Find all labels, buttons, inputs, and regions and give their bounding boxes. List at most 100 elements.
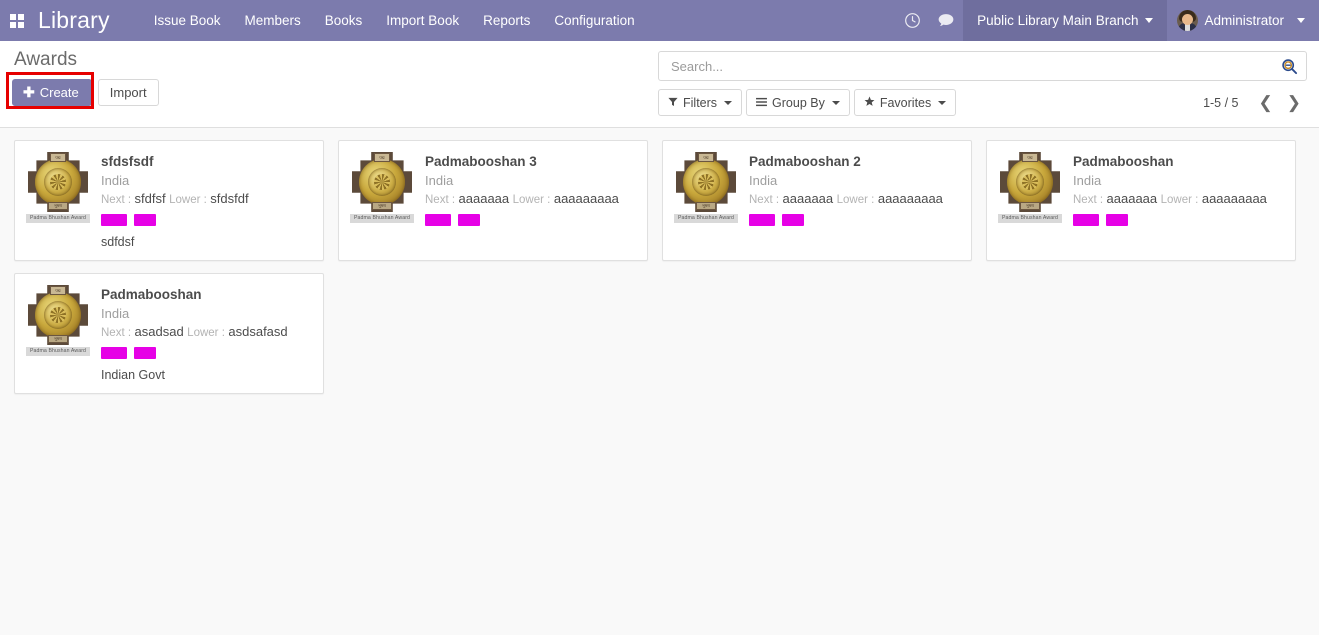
kanban-card[interactable]: पद्म भूषण Padma Bhushan Award sfdsfsdf India… [14, 140, 324, 261]
funnel-icon [668, 96, 678, 110]
lower-label: Lower : [1160, 194, 1199, 206]
award-title: Padmabooshan [101, 287, 202, 302]
tag-badge [1073, 214, 1099, 226]
menu-item-import-book[interactable]: Import Book [374, 0, 471, 41]
brand-logo[interactable]: Library [34, 0, 120, 41]
menu-item-reports[interactable]: Reports [471, 0, 542, 41]
create-button-label: Create [39, 85, 79, 100]
filters-button[interactable]: Filters [658, 89, 743, 116]
kanban-card[interactable]: पद्म भूषण Padma Bhushan Award Padmabooshan I… [986, 140, 1296, 261]
award-title: Padmabooshan 3 [425, 154, 537, 169]
kanban-card-body: sfdsfsdf India Next : sfdfsf Lower : sfdsf… [101, 152, 313, 250]
pager: 1-5 / 5 ❮ ❯ [1203, 94, 1307, 111]
next-label: Next : [101, 194, 132, 206]
branch-selector-label: Public Library Main Branch [977, 13, 1139, 28]
award-image: पद्म भूषण Padma Bhushan Award [26, 152, 90, 250]
top-navbar: Library Issue Book Members Books Import … [0, 0, 1319, 41]
award-medal-icon: पद्म भूषण [1000, 152, 1060, 212]
award-title: Padmabooshan 2 [749, 154, 861, 169]
award-country: India [425, 173, 454, 188]
award-tags [749, 214, 961, 226]
award-levels: Next : aaaaaaa Lower : aaaaaaaaa [425, 190, 637, 209]
search-bar[interactable] [658, 51, 1307, 81]
plus-icon: ✚ [23, 84, 35, 100]
award-image-caption: Padma Bhushan Award [674, 214, 738, 223]
kanban-card[interactable]: पद्म भूषण Padma Bhushan Award Padmabooshan I… [14, 273, 324, 394]
search-input[interactable] [669, 57, 1281, 75]
tag-badge [782, 214, 804, 226]
create-button[interactable]: ✚ Create [12, 79, 92, 106]
award-image: पद्म भूषण Padma Bhushan Award [350, 152, 414, 250]
award-title: sfdsfsdf [101, 154, 154, 169]
lower-value: aaaaaaaaa [1201, 191, 1267, 206]
navbar-right: Public Library Main Branch Administrator [895, 0, 1319, 41]
main-menu: Issue Book Members Books Import Book Rep… [142, 0, 647, 41]
lower-value: aaaaaaaaa [877, 191, 943, 206]
next-label: Next : [101, 327, 132, 339]
kanban-card-body: Padmabooshan India Next : aaaaaaa Lower : … [1073, 152, 1285, 250]
filters-button-label: Filters [683, 95, 718, 110]
award-footer: sdfdsf [101, 235, 135, 249]
menu-item-issue-book[interactable]: Issue Book [142, 0, 233, 41]
award-image: पद्म भूषण Padma Bhushan Award [674, 152, 738, 250]
lower-value: asdsafasd [228, 324, 288, 339]
kanban-card[interactable]: पद्म भूषण Padma Bhushan Award Padmabooshan … [338, 140, 648, 261]
chevron-down-icon [1145, 18, 1154, 23]
next-value: sfdfsf [134, 191, 166, 206]
medal-top-text: पद्म [374, 153, 390, 162]
control-panel: Awards ✚ Create Import Search... Filters… [0, 41, 1319, 128]
award-image: पद्म भूषण Padma Bhushan Award [998, 152, 1062, 250]
kanban-card[interactable]: पद्म भूषण Padma Bhushan Award Padmabooshan … [662, 140, 972, 261]
kanban-card-body: Padmabooshan India Next : asadsad Lower : … [101, 285, 313, 383]
apps-menu-button[interactable] [0, 0, 34, 41]
chevron-down-icon [1297, 18, 1305, 23]
award-country: India [1073, 173, 1102, 188]
award-levels: Next : aaaaaaa Lower : aaaaaaaaa [1073, 190, 1285, 209]
next-label: Next : [1073, 194, 1104, 206]
award-levels: Next : asadsad Lower : asdsafasd [101, 323, 313, 342]
award-tags [1073, 214, 1285, 226]
kanban-view: पद्म भूषण Padma Bhushan Award sfdsfsdf India… [0, 128, 1319, 394]
medal-bottom-text: भूषण [696, 202, 716, 210]
magnifier-minus-icon[interactable] [1281, 58, 1298, 75]
list-lines-icon [756, 96, 767, 110]
award-medal-icon: पद्म भूषण [676, 152, 736, 212]
group-by-button[interactable]: Group By [746, 89, 850, 116]
lower-label: Lower : [512, 194, 551, 206]
award-country: India [749, 173, 778, 188]
lower-label: Lower : [836, 194, 875, 206]
chevron-down-icon [938, 100, 947, 105]
medal-top-text: पद्म [50, 153, 66, 162]
next-label: Next : [425, 194, 456, 206]
award-footer [425, 234, 637, 235]
import-button[interactable]: Import [97, 79, 159, 106]
next-value: aaaaaaa [1106, 191, 1158, 206]
action-buttons: ✚ Create Import [6, 72, 612, 109]
tag-badge [134, 214, 156, 226]
filter-row: Filters Group By Favorites 1-5 / 5 ❮ ❯ [658, 89, 1307, 116]
user-menu-label: Administrator [1204, 13, 1284, 28]
lower-value: aaaaaaaaa [553, 191, 619, 206]
messaging-chat-bubble-icon[interactable] [929, 0, 963, 41]
medal-bottom-text: भूषण [48, 335, 68, 343]
award-tags [101, 214, 313, 226]
activity-clock-icon[interactable] [895, 0, 929, 41]
pager-next-button[interactable]: ❯ [1281, 94, 1307, 111]
award-title: Padmabooshan [1073, 154, 1174, 169]
tag-badge [101, 347, 127, 359]
favorites-button[interactable]: Favorites [853, 89, 957, 116]
pager-previous-button[interactable]: ❮ [1253, 94, 1279, 111]
medal-bottom-text: भूषण [48, 202, 68, 210]
chevron-down-icon [724, 100, 733, 105]
star-icon [864, 96, 875, 110]
award-image: पद्म भूषण Padma Bhushan Award [26, 285, 90, 383]
menu-item-configuration[interactable]: Configuration [542, 0, 646, 41]
menu-item-books[interactable]: Books [313, 0, 375, 41]
menu-item-members[interactable]: Members [233, 0, 313, 41]
next-value: asadsad [134, 324, 184, 339]
user-menu[interactable]: Administrator [1167, 0, 1319, 41]
chevron-down-icon [831, 100, 840, 105]
kanban-card-body: Padmabooshan 3 India Next : aaaaaaa Lower … [425, 152, 637, 250]
branch-selector[interactable]: Public Library Main Branch [963, 0, 1168, 41]
award-image-caption: Padma Bhushan Award [26, 347, 90, 356]
